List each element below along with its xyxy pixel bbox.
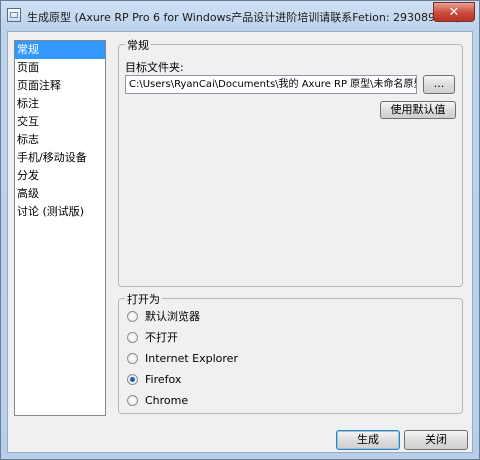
open-with-group-label: 打开为 (125, 291, 162, 307)
radio-label: 默认浏览器 (145, 310, 200, 323)
radio-button-firefox[interactable] (127, 373, 138, 385)
browse-button[interactable]: ... (423, 75, 455, 94)
category-item-annotations[interactable]: 标注 (15, 95, 105, 113)
category-item-discussion[interactable]: 讨论 (测试版) (15, 203, 105, 221)
open-with-group: 打开为 默认浏览器 不打开 Internet Explorer Firefox … (118, 291, 463, 414)
radio-label: Internet Explorer (145, 352, 238, 365)
general-group: 常规 目标文件夹: C:\Users\RyanCai\Documents\我的 … (118, 37, 463, 287)
target-folder-label: 目标文件夹: (125, 61, 184, 74)
general-group-label: 常规 (125, 37, 151, 53)
radio-option-do-not-open[interactable]: 不打开 (127, 329, 178, 347)
close-button[interactable]: 关闭 (404, 430, 468, 450)
radio-label: Chrome (145, 394, 189, 407)
window-close-button[interactable]: ✕ (433, 2, 475, 22)
category-item-general[interactable]: 常规 (15, 41, 105, 59)
radio-label: 不打开 (145, 331, 178, 344)
category-item-logo[interactable]: 标志 (15, 131, 105, 149)
radio-option-firefox[interactable]: Firefox (127, 371, 181, 389)
radio-option-default-browser[interactable]: 默认浏览器 (127, 308, 200, 326)
category-item-interactions[interactable]: 交互 (15, 113, 105, 131)
radio-button-do-not-open[interactable] (127, 331, 138, 343)
category-item-mobile[interactable]: 手机/移动设备 (15, 149, 105, 167)
radio-button-default-browser[interactable] (127, 310, 138, 322)
app-icon (7, 8, 21, 22)
category-item-page-notes[interactable]: 页面注释 (15, 77, 105, 95)
use-default-button[interactable]: 使用默认值 (380, 101, 456, 119)
radio-option-internet-explorer[interactable]: Internet Explorer (127, 350, 238, 368)
window-title: 生成原型 (Axure RP Pro 6 for Windows产品设计进阶培训… (27, 11, 461, 24)
category-item-distribution[interactable]: 分发 (15, 167, 105, 185)
radio-button-internet-explorer[interactable] (127, 352, 138, 364)
close-icon: ✕ (448, 5, 460, 20)
category-list[interactable]: 常规 页面 页面注释 标注 交互 标志 手机/移动设备 分发 高级 讨论 (测试… (14, 40, 106, 416)
target-folder-input[interactable]: C:\Users\RyanCai\Documents\我的 Axure RP 原… (125, 75, 417, 94)
dialog-body: 常规 页面 页面注释 标注 交互 标志 手机/移动设备 分发 高级 讨论 (测试… (7, 31, 473, 453)
radio-label: Firefox (145, 373, 182, 386)
radio-option-chrome[interactable]: Chrome (127, 392, 188, 410)
generate-button[interactable]: 生成 (336, 430, 400, 450)
dialog-window: 生成原型 (Axure RP Pro 6 for Windows产品设计进阶培训… (0, 0, 480, 460)
category-item-pages[interactable]: 页面 (15, 59, 105, 77)
radio-button-chrome[interactable] (127, 394, 138, 406)
title-bar[interactable]: 生成原型 (Axure RP Pro 6 for Windows产品设计进阶培训… (1, 1, 479, 31)
category-item-advanced[interactable]: 高级 (15, 185, 105, 203)
